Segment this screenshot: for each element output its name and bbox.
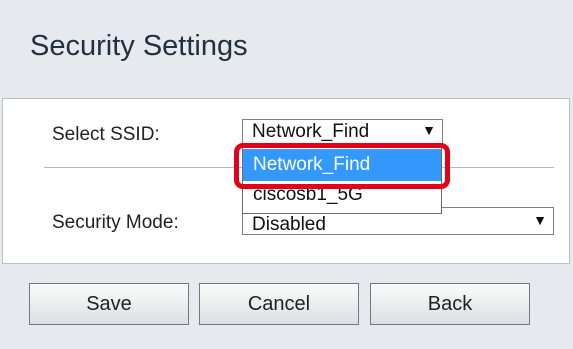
highlight-annotation	[234, 143, 450, 189]
ssid-label: Select SSID:	[52, 124, 160, 145]
save-button[interactable]: Save	[29, 283, 189, 325]
ssid-select-value: Network_Find	[252, 121, 370, 142]
back-button[interactable]: Back	[370, 283, 530, 325]
cancel-button[interactable]: Cancel	[199, 283, 359, 325]
page-title: Security Settings	[30, 30, 248, 62]
chevron-down-icon: ▼	[533, 212, 547, 228]
security-mode-label: Security Mode:	[52, 212, 179, 233]
security-mode-value: Disabled	[252, 214, 326, 235]
chevron-down-icon: ▼	[422, 122, 436, 138]
